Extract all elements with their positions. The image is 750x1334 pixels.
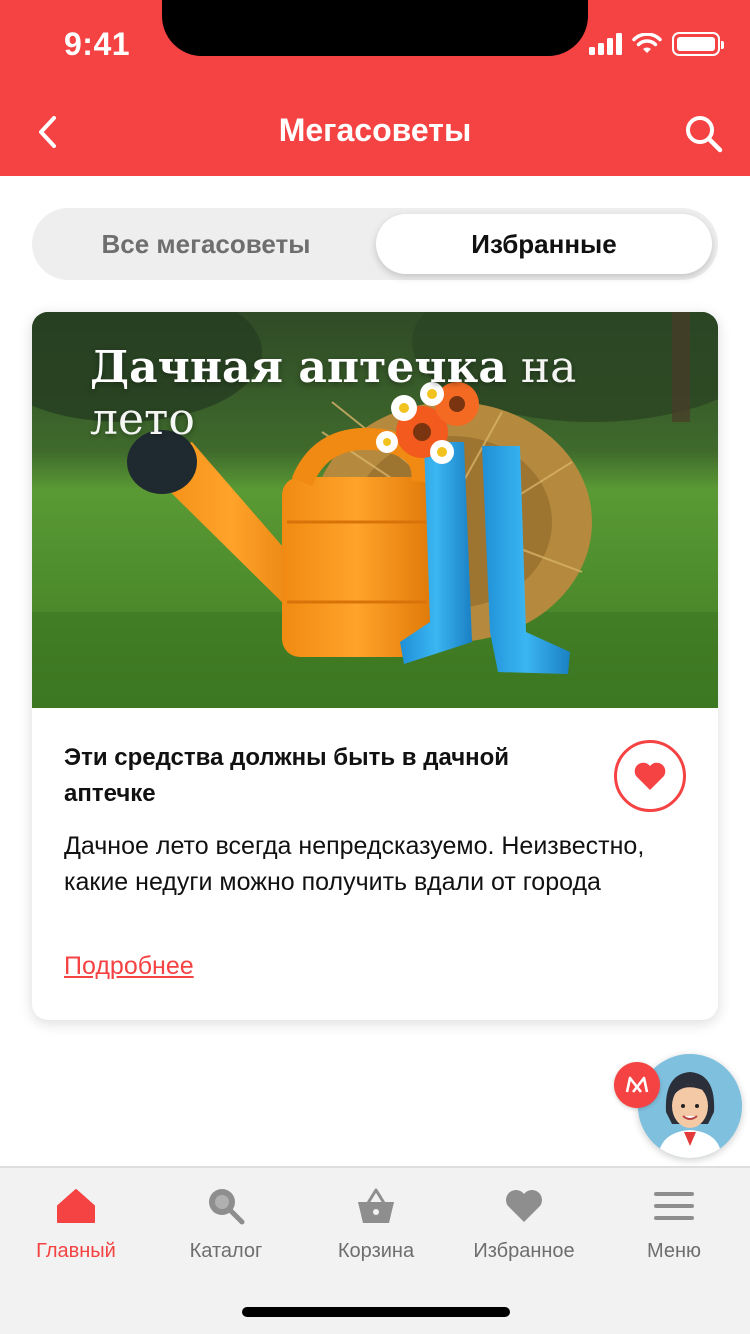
tab-cart[interactable]: Корзина: [301, 1186, 451, 1276]
status-icons: [589, 32, 724, 56]
tab-menu[interactable]: Меню: [599, 1186, 749, 1276]
search-icon: [686, 116, 723, 153]
menu-icon: [654, 1186, 694, 1226]
basket-icon: [356, 1186, 396, 1226]
assistant-badge[interactable]: [614, 1062, 660, 1108]
tab-label: Избранное: [473, 1240, 575, 1262]
search-button[interactable]: [680, 110, 728, 158]
app-header: 9:41 Мегасоветы: [0, 0, 750, 176]
favorite-button[interactable]: [614, 740, 686, 812]
segmented-control: Все мегасоветы Избранные: [32, 208, 718, 280]
card-image-title: Дачная аптечка на лето: [90, 342, 610, 446]
cellular-signal-icon: [589, 33, 622, 55]
tab-favorites[interactable]: Избранное: [449, 1186, 599, 1276]
tab-catalog[interactable]: Каталог: [151, 1186, 301, 1276]
segment-all-tips[interactable]: Все мегасоветы: [38, 214, 374, 274]
brand-logo-icon: [625, 1076, 649, 1093]
card-description: Дачное лето всегда непредсказуемо. Неизв…: [64, 832, 645, 896]
tip-card[interactable]: Дачная аптечка на лето Эти средства долж…: [32, 312, 718, 1020]
home-icon: [56, 1186, 96, 1226]
heart-icon: [634, 762, 666, 790]
search-icon: [206, 1186, 246, 1226]
image-title-bold: Дачная аптечка: [90, 342, 507, 393]
tab-label: Каталог: [189, 1240, 263, 1262]
card-image: Дачная аптечка на лето: [32, 312, 718, 708]
tab-label: Меню: [646, 1240, 702, 1262]
page-title: Мегасоветы: [278, 112, 472, 148]
segment-favorites[interactable]: Избранные: [376, 214, 712, 274]
battery-icon: [672, 32, 724, 56]
status-time: 9:41: [64, 26, 131, 62]
heart-icon: [504, 1186, 544, 1226]
tab-home[interactable]: Главный: [1, 1186, 151, 1276]
home-indicator: [242, 1307, 510, 1317]
tab-label: Главный: [36, 1240, 116, 1262]
card-heading: Эти средства должны быть в дачной аптечк…: [64, 744, 510, 807]
more-link[interactable]: Подробнее: [64, 952, 194, 981]
device-notch: [162, 0, 588, 56]
wifi-icon: [632, 33, 662, 53]
tab-label: Корзина: [337, 1240, 415, 1262]
